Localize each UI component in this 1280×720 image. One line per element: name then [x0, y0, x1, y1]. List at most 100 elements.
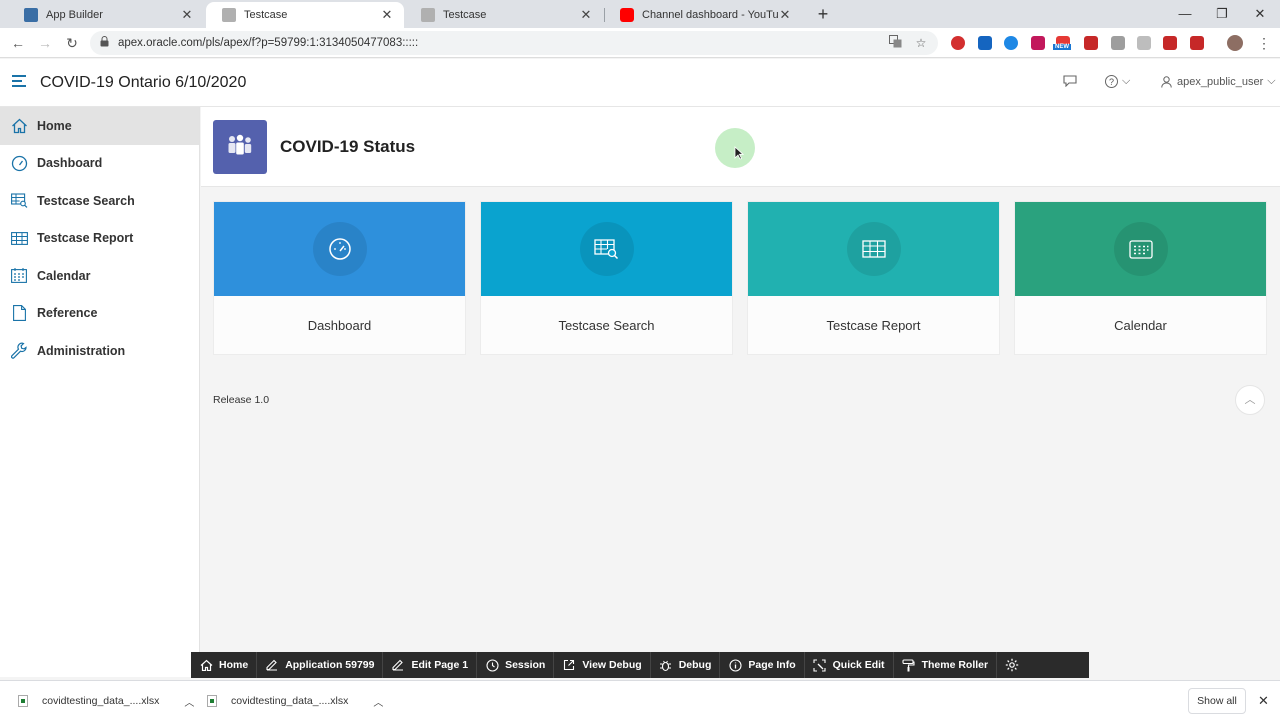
- download-filename: covidtesting_data_....xlsx: [231, 695, 349, 707]
- close-window-icon[interactable]: ✕: [1250, 4, 1270, 24]
- forward-arrow-icon[interactable]: →: [35, 33, 55, 53]
- dev-application-button[interactable]: Application 59799: [257, 652, 384, 678]
- app-title[interactable]: COVID-19 Ontario 6/10/2020: [40, 74, 246, 92]
- extension-4-icon[interactable]: [1031, 36, 1045, 50]
- maximize-window-icon[interactable]: ❐: [1212, 4, 1232, 24]
- dev-button-label: View Debug: [582, 659, 642, 671]
- extension-3-icon[interactable]: [1004, 36, 1018, 50]
- tab-title: Testcase: [443, 9, 487, 21]
- quick-edit-icon: [813, 658, 827, 672]
- dev-page-info-button[interactable]: Page Info: [720, 652, 805, 678]
- extension-6-icon[interactable]: [1111, 36, 1125, 50]
- sidebar-item-label: Testcase Report: [37, 231, 134, 246]
- people-icon: [213, 120, 267, 174]
- new-tab-button[interactable]: +: [813, 4, 833, 24]
- extension-2-icon[interactable]: [978, 36, 992, 50]
- card-color-band: [214, 202, 465, 296]
- dev-edit-page-button[interactable]: Edit Page 1: [383, 652, 478, 678]
- dev-view-debug-button[interactable]: View Debug: [554, 652, 651, 678]
- sidebar-item-dashboard[interactable]: Dashboard: [0, 145, 199, 183]
- minimize-window-icon[interactable]: —: [1175, 4, 1195, 24]
- app-header: COVID-19 Ontario 6/10/2020 ? ⌵ apex_publ…: [0, 59, 1280, 107]
- extension-7-icon[interactable]: [1137, 36, 1151, 50]
- search-table-icon: [10, 192, 28, 210]
- sidebar-item-reference[interactable]: Reference: [0, 295, 199, 333]
- sidebar-item-testcase-report[interactable]: Testcase Report: [0, 220, 199, 258]
- document-icon: [10, 304, 28, 322]
- card-label: Calendar: [1114, 317, 1167, 333]
- acrobat-icon[interactable]: [1084, 36, 1098, 50]
- calendar-icon: [1113, 222, 1168, 276]
- scroll-to-top-button[interactable]: ︿: [1235, 385, 1265, 415]
- browser-tab-testcase-active[interactable]: Testcase ✕: [206, 2, 404, 28]
- profile-avatar[interactable]: [1227, 35, 1243, 51]
- gauge-icon: [10, 154, 28, 172]
- extension-9-icon[interactable]: [1190, 36, 1204, 50]
- chevron-up-icon[interactable]: ︿: [373, 694, 383, 709]
- sidebar-item-calendar[interactable]: Calendar: [0, 257, 199, 295]
- sidebar-item-label: Reference: [37, 306, 98, 321]
- dev-theme-roller-button[interactable]: Theme Roller: [894, 652, 998, 678]
- dev-button-label: Debug: [678, 659, 712, 671]
- user-menu[interactable]: apex_public_user ⌵: [1161, 75, 1276, 88]
- reload-icon[interactable]: ↻: [62, 33, 82, 53]
- dev-session-button[interactable]: Session: [477, 652, 555, 678]
- browser-tab-testcase[interactable]: Testcase ✕: [405, 2, 603, 28]
- back-arrow-icon[interactable]: ←: [8, 33, 28, 53]
- extension-8-icon[interactable]: [1163, 36, 1177, 50]
- chevron-down-icon: ⌵: [1122, 75, 1131, 87]
- dev-settings-button[interactable]: [997, 652, 1027, 678]
- page-title: COVID-19 Status: [280, 137, 416, 156]
- sidebar-item-administration[interactable]: Administration: [0, 332, 199, 370]
- dev-button-label: Application 59799: [285, 659, 375, 671]
- feedback-icon[interactable]: [1063, 75, 1077, 87]
- bookmark-star-icon[interactable]: ☆: [912, 36, 930, 50]
- browser-tab-app-builder[interactable]: App Builder ✕: [8, 2, 204, 28]
- home-icon: [10, 117, 28, 135]
- browser-menu-icon[interactable]: ⋮: [1257, 35, 1271, 52]
- chevron-up-icon[interactable]: ︿: [184, 694, 194, 709]
- card-testcase-report[interactable]: Testcase Report: [747, 201, 1000, 355]
- dev-home-button[interactable]: Home: [191, 652, 258, 678]
- download-item[interactable]: covidtesting_data_....xlsx ︿: [18, 693, 194, 709]
- card-calendar[interactable]: Calendar: [1014, 201, 1267, 355]
- help-icon: ?: [1105, 75, 1118, 88]
- paint-roller-icon: [902, 658, 916, 672]
- release-label: Release 1.0: [213, 394, 270, 406]
- user-icon: [1161, 75, 1172, 88]
- testcase-favicon-icon: [421, 8, 435, 22]
- sidebar-nav: Home Dashboard Testcase Search Testcase …: [0, 107, 200, 677]
- close-tab-icon[interactable]: ✕: [579, 7, 593, 23]
- dev-quick-edit-button[interactable]: Quick Edit: [805, 652, 894, 678]
- sidebar-item-testcase-search[interactable]: Testcase Search: [0, 182, 199, 220]
- extension-1-icon[interactable]: [951, 36, 965, 50]
- gauge-icon: [312, 222, 367, 276]
- close-tab-icon[interactable]: ✕: [380, 7, 394, 23]
- sidebar-item-label: Administration: [37, 343, 126, 358]
- dev-button-label: Theme Roller: [921, 659, 989, 671]
- close-tab-icon[interactable]: ✕: [778, 7, 792, 23]
- close-tab-icon[interactable]: ✕: [180, 7, 194, 23]
- card-label: Dashboard: [307, 317, 372, 333]
- mouse-pointer-icon: [734, 146, 744, 160]
- info-icon: [728, 658, 742, 672]
- card-label: Testcase Report: [826, 317, 921, 333]
- help-menu[interactable]: ? ⌵: [1105, 75, 1130, 88]
- excel-file-icon: [207, 695, 217, 707]
- dev-debug-button[interactable]: Debug: [651, 652, 721, 678]
- browser-tab-youtube[interactable]: Channel dashboard - YouTube St ✕: [604, 2, 802, 28]
- download-item[interactable]: covidtesting_data_....xlsx ︿: [207, 693, 383, 709]
- address-bar[interactable]: apex.oracle.com/pls/apex/f?p=59799:1:313…: [90, 31, 938, 55]
- card-dashboard[interactable]: Dashboard: [213, 201, 466, 355]
- close-downloads-icon[interactable]: ✕: [1258, 693, 1269, 709]
- show-all-button[interactable]: Show all: [1188, 688, 1246, 714]
- browser-toolbar: ← → ↻ apex.oracle.com/pls/apex/f?p=59799…: [0, 28, 1280, 58]
- card-testcase-search[interactable]: Testcase Search: [480, 201, 733, 355]
- sidebar-item-home[interactable]: Home: [0, 107, 199, 145]
- hamburger-menu-icon[interactable]: [12, 75, 26, 89]
- translate-icon[interactable]: [886, 35, 904, 51]
- testcase-favicon-icon: [222, 8, 236, 22]
- wrench-icon: [10, 342, 28, 360]
- extension-new-badge: NEW: [1053, 44, 1071, 50]
- card-color-band: [1015, 202, 1266, 296]
